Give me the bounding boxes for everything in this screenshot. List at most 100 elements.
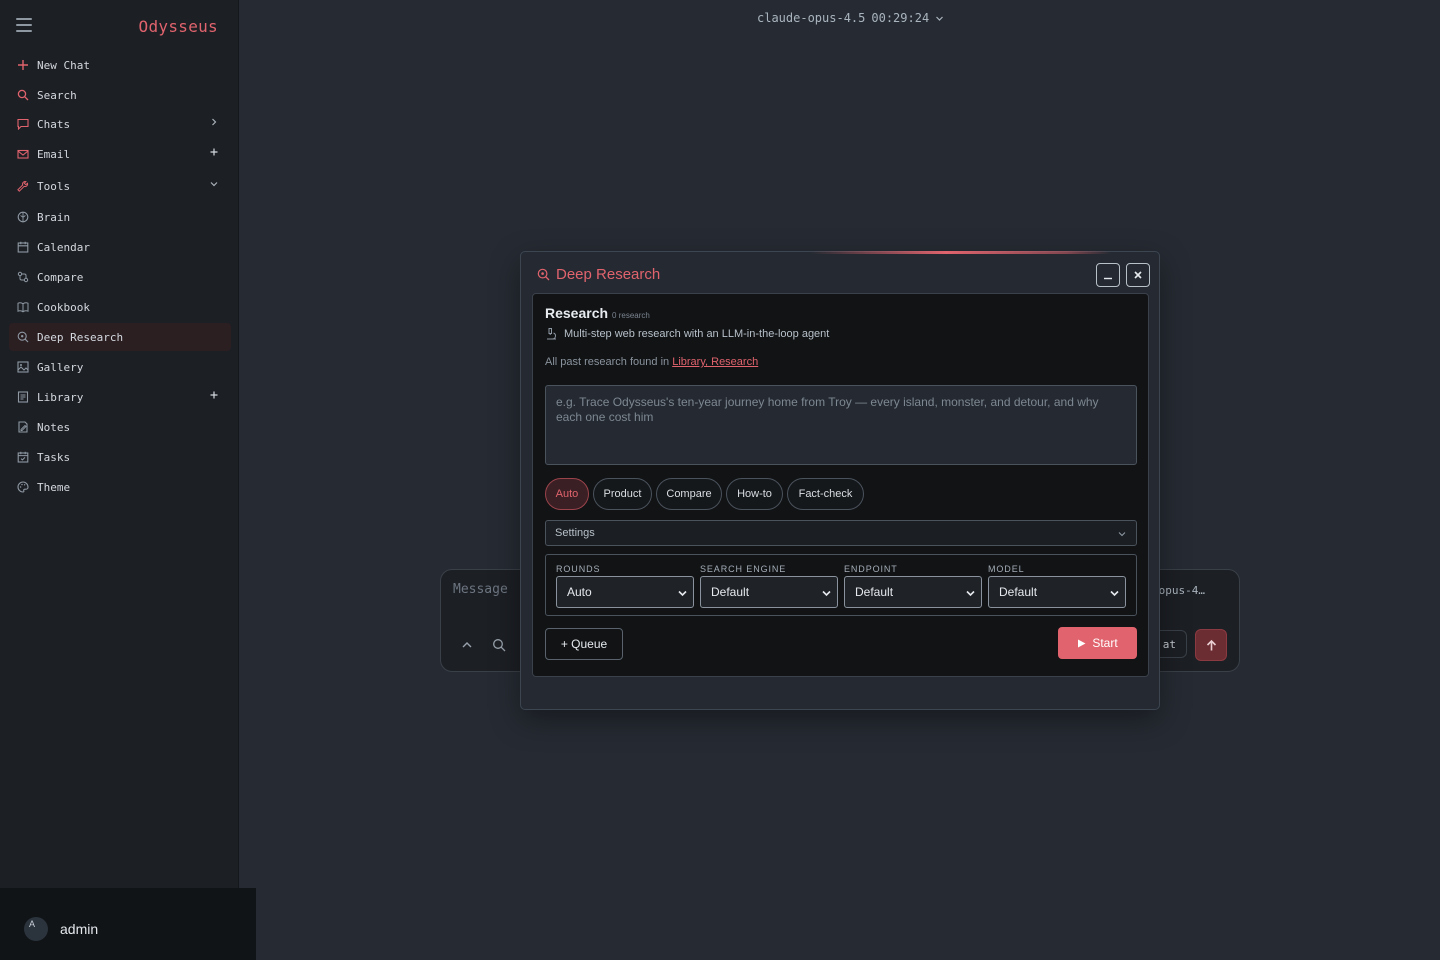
sidebar-item-deep-research[interactable]: Deep Research: [9, 323, 231, 351]
brain-icon: [17, 211, 29, 223]
panel-description: Multi-step web research with an LLM-in-t…: [545, 327, 829, 340]
research-panel: Research 0 research Multi-step web resea…: [532, 293, 1149, 677]
sidebar-item-label: Cookbook: [37, 300, 90, 314]
minimize-icon: [1104, 277, 1112, 280]
sidebar-item-theme[interactable]: Theme: [9, 473, 231, 501]
sidebar-item-label: Deep Research: [37, 330, 124, 344]
sidebar-item-label: Chats: [37, 117, 71, 131]
compare-icon: [17, 271, 29, 283]
settings-panel: ROUNDS Auto SEARCH ENGINE Default ENDPOI…: [545, 554, 1137, 616]
wrench-icon: [17, 180, 29, 192]
sidebar-item-label: Library: [37, 390, 84, 404]
start-label: Start: [1092, 636, 1118, 650]
sidebar-item-tasks[interactable]: Tasks: [9, 443, 231, 471]
library-icon: [17, 391, 29, 403]
sidebar-item-chats[interactable]: Chats: [9, 110, 231, 138]
past-research-prefix: All past research found in: [545, 356, 670, 368]
search-engine-label: SEARCH ENGINE: [700, 564, 787, 574]
sidebar-item-label: Tasks: [37, 450, 71, 464]
mode-compare-chip[interactable]: Compare: [656, 478, 722, 510]
search-icon: [17, 89, 29, 101]
chevron-down-icon: [936, 16, 944, 21]
plus-icon[interactable]: [209, 147, 219, 159]
book-icon: [17, 301, 29, 313]
notes-icon: [17, 421, 29, 433]
past-research-note: All past research found in Library, Rese…: [545, 356, 758, 368]
sidebar: Odysseus New Chat Search Chats Email Too…: [0, 0, 239, 888]
endpoint-label: ENDPOINT: [844, 564, 898, 574]
sidebar-item-tools[interactable]: Tools: [9, 172, 231, 200]
chat-icon: [17, 118, 29, 130]
chevron-up-icon[interactable]: [460, 637, 476, 653]
close-button[interactable]: [1126, 263, 1150, 287]
palette-icon: [17, 481, 29, 493]
sidebar-item-gallery[interactable]: Gallery: [9, 353, 231, 381]
user-name[interactable]: admin: [60, 921, 98, 937]
message-input[interactable]: Message: [453, 582, 508, 597]
queue-button[interactable]: + Queue: [545, 628, 623, 660]
image-icon: [17, 361, 29, 373]
microscope-icon: [547, 328, 557, 340]
settings-label: Settings: [555, 527, 595, 539]
sidebar-item-cookbook[interactable]: Cookbook: [9, 293, 231, 321]
sidebar-item-new-chat[interactable]: New Chat: [9, 51, 231, 79]
sidebar-item-brain[interactable]: Brain: [9, 203, 231, 231]
research-count: 0 research: [612, 311, 650, 320]
sidebar-item-notes[interactable]: Notes: [9, 413, 231, 441]
tasks-icon: [17, 451, 29, 463]
sidebar-item-email[interactable]: Email: [9, 140, 231, 168]
sidebar-item-label: Search: [37, 88, 77, 102]
panel-heading: Research 0 research: [545, 305, 650, 321]
chevron-down-icon[interactable]: [209, 179, 219, 191]
send-button[interactable]: [1195, 629, 1227, 661]
rounds-select[interactable]: Auto: [556, 576, 694, 608]
sidebar-item-label: Compare: [37, 270, 84, 284]
deep-research-modal: Deep Research Research 0 research Multi-…: [520, 251, 1160, 710]
sidebar-item-library[interactable]: Library: [9, 383, 231, 411]
sidebar-item-label: Tools: [37, 179, 71, 193]
mode-factcheck-chip[interactable]: Fact-check: [787, 478, 864, 510]
research-icon: [537, 268, 550, 281]
settings-toggle[interactable]: Settings: [545, 520, 1137, 546]
app-brand: Odysseus: [138, 17, 218, 36]
sidebar-item-search[interactable]: Search: [9, 81, 231, 109]
chevron-down-icon: [1118, 532, 1126, 537]
play-icon: [1078, 639, 1086, 647]
sidebar-item-compare[interactable]: Compare: [9, 263, 231, 291]
model-selector[interactable]: claude-opus-4.5 00:29:24: [757, 10, 944, 26]
model-select[interactable]: Default: [988, 576, 1126, 608]
chevron-down-icon: [678, 590, 687, 597]
plus-icon: [17, 59, 29, 71]
start-button[interactable]: Start: [1058, 627, 1137, 659]
mode-auto-chip[interactable]: Auto: [545, 478, 589, 510]
chevron-right-icon[interactable]: [209, 117, 219, 129]
model-label: MODEL: [988, 564, 1025, 574]
search-engine-value: Default: [711, 585, 750, 599]
description-text: Multi-step web research with an LLM-in-t…: [564, 327, 830, 340]
modal-title-text: Deep Research: [556, 266, 661, 283]
search-engine-select[interactable]: Default: [700, 576, 838, 608]
arrow-up-icon: [1206, 639, 1216, 650]
chevron-down-icon: [966, 590, 975, 597]
chevron-down-icon: [822, 590, 831, 597]
research-icon: [17, 331, 29, 343]
minimize-button[interactable]: [1096, 263, 1120, 287]
library-research-link[interactable]: Library, Research: [672, 356, 758, 368]
endpoint-select[interactable]: Default: [844, 576, 982, 608]
mode-product-chip[interactable]: Product: [593, 478, 652, 510]
avatar-initial: A: [29, 919, 36, 929]
endpoint-value: Default: [855, 585, 894, 599]
composer-model[interactable]: opus-4…: [1159, 584, 1205, 597]
chevron-down-icon: [1110, 590, 1119, 597]
mode-howto-chip[interactable]: How-to: [726, 478, 783, 510]
rounds-value: Auto: [567, 585, 592, 599]
search-icon[interactable]: [492, 637, 508, 653]
plus-icon[interactable]: [209, 390, 219, 402]
session-timer: 00:29:24: [871, 11, 930, 25]
panel-title: Research: [545, 305, 609, 321]
model-value: Default: [999, 585, 1038, 599]
avatar[interactable]: A: [24, 917, 48, 941]
menu-icon[interactable]: [16, 18, 32, 32]
sidebar-item-calendar[interactable]: Calendar: [9, 233, 231, 261]
research-query-input[interactable]: [545, 385, 1137, 465]
